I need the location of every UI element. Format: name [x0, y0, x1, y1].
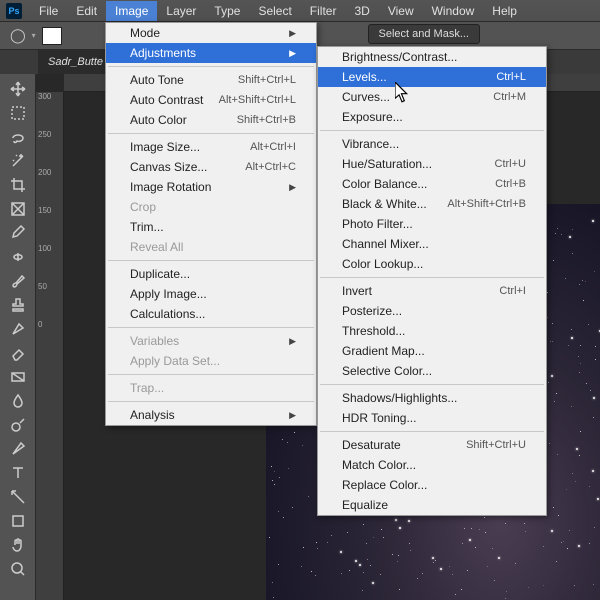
tool-rect[interactable]: [5, 510, 31, 532]
tool-pen[interactable]: [5, 438, 31, 460]
tool-zoom[interactable]: [5, 558, 31, 580]
adjustments-item-exposure[interactable]: Exposure...: [318, 107, 546, 127]
lasso-icon: ◯: [10, 27, 26, 44]
adjustments-item-hdr-toning[interactable]: HDR Toning...: [318, 408, 546, 428]
adjustments-item-posterize[interactable]: Posterize...: [318, 301, 546, 321]
menu-type[interactable]: Type: [205, 1, 249, 21]
image-menu-item-auto-contrast[interactable]: Auto ContrastAlt+Shift+Ctrl+L: [106, 90, 316, 110]
tool-eyedropper[interactable]: [5, 222, 31, 244]
image-menu-item-adjustments[interactable]: Adjustments▶: [106, 43, 316, 63]
selection-mode-swatch[interactable]: [42, 27, 62, 45]
adjustments-item-match-color[interactable]: Match Color...: [318, 455, 546, 475]
adjustments-item-invert[interactable]: InvertCtrl+I: [318, 281, 546, 301]
tool-lasso[interactable]: [5, 126, 31, 148]
image-menu-item-auto-color[interactable]: Auto ColorShift+Ctrl+B: [106, 110, 316, 130]
tool-magic-wand[interactable]: [5, 150, 31, 172]
image-menu-item-variables: Variables▶: [106, 331, 316, 351]
menu-view[interactable]: View: [379, 1, 423, 21]
tool-frame[interactable]: [5, 198, 31, 220]
tool-heal[interactable]: [5, 246, 31, 268]
tool-crop[interactable]: [5, 174, 31, 196]
adjustments-item-replace-color[interactable]: Replace Color...: [318, 475, 546, 495]
tool-move[interactable]: [5, 78, 31, 100]
image-menu-dropdown: Mode▶Adjustments▶Auto ToneShift+Ctrl+LAu…: [105, 22, 317, 426]
adjustments-item-levels[interactable]: Levels...Ctrl+L: [318, 67, 546, 87]
adjustments-item-channel-mixer[interactable]: Channel Mixer...: [318, 234, 546, 254]
adjustments-item-gradient-map[interactable]: Gradient Map...: [318, 341, 546, 361]
adjustments-item-selective-color[interactable]: Selective Color...: [318, 361, 546, 381]
adjustments-submenu: Brightness/Contrast...Levels...Ctrl+LCur…: [317, 46, 547, 516]
app-logo: Ps: [6, 3, 22, 19]
image-menu-item-analysis[interactable]: Analysis▶: [106, 405, 316, 425]
image-menu-item-auto-tone[interactable]: Auto ToneShift+Ctrl+L: [106, 70, 316, 90]
tool-gradient[interactable]: [5, 366, 31, 388]
menu-file[interactable]: File: [30, 1, 67, 21]
image-menu-item-calculations[interactable]: Calculations...: [106, 304, 316, 324]
tool-dodge[interactable]: [5, 414, 31, 436]
image-menu-item-reveal-all: Reveal All: [106, 237, 316, 257]
adjustments-item-desaturate[interactable]: DesaturateShift+Ctrl+U: [318, 435, 546, 455]
select-and-mask-button[interactable]: Select and Mask...: [368, 24, 481, 44]
adjustments-item-hue-saturation[interactable]: Hue/Saturation...Ctrl+U: [318, 154, 546, 174]
menu-filter[interactable]: Filter: [301, 1, 346, 21]
adjustments-item-color-lookup[interactable]: Color Lookup...: [318, 254, 546, 274]
menu-layer[interactable]: Layer: [157, 1, 205, 21]
tool-eraser[interactable]: [5, 342, 31, 364]
adjustments-item-threshold[interactable]: Threshold...: [318, 321, 546, 341]
image-menu-item-mode[interactable]: Mode▶: [106, 23, 316, 43]
menu-window[interactable]: Window: [423, 1, 484, 21]
tool-history[interactable]: [5, 318, 31, 340]
tool-brush[interactable]: [5, 270, 31, 292]
adjustments-item-shadows-highlights[interactable]: Shadows/Highlights...: [318, 388, 546, 408]
image-menu-item-trap: Trap...: [106, 378, 316, 398]
image-menu-item-duplicate[interactable]: Duplicate...: [106, 264, 316, 284]
tool-preset-caret-icon[interactable]: ▾: [32, 31, 36, 40]
tool-hand[interactable]: [5, 534, 31, 556]
toolbox: [0, 74, 36, 600]
menu-edit[interactable]: Edit: [67, 1, 106, 21]
image-menu-item-trim[interactable]: Trim...: [106, 217, 316, 237]
adjustments-item-brightness-contrast[interactable]: Brightness/Contrast...: [318, 47, 546, 67]
image-menu-item-apply-data-set: Apply Data Set...: [106, 351, 316, 371]
menu-select[interactable]: Select: [249, 1, 300, 21]
menu-image[interactable]: Image: [106, 1, 157, 21]
image-menu-item-image-rotation[interactable]: Image Rotation▶: [106, 177, 316, 197]
tool-path[interactable]: [5, 486, 31, 508]
menubar: Ps FileEditImageLayerTypeSelectFilter3DV…: [0, 0, 600, 22]
image-menu-item-crop: Crop: [106, 197, 316, 217]
image-menu-item-apply-image[interactable]: Apply Image...: [106, 284, 316, 304]
adjustments-item-black-white[interactable]: Black & White...Alt+Shift+Ctrl+B: [318, 194, 546, 214]
image-menu-item-image-size[interactable]: Image Size...Alt+Ctrl+I: [106, 137, 316, 157]
tool-blur[interactable]: [5, 390, 31, 412]
tool-type[interactable]: [5, 462, 31, 484]
document-tab[interactable]: Sadr_Butte: [38, 50, 114, 74]
tool-marquee[interactable]: [5, 102, 31, 124]
adjustments-item-curves[interactable]: Curves...Ctrl+M: [318, 87, 546, 107]
tool-stamp[interactable]: [5, 294, 31, 316]
image-menu-item-canvas-size[interactable]: Canvas Size...Alt+Ctrl+C: [106, 157, 316, 177]
menu-3d[interactable]: 3D: [345, 1, 378, 21]
menu-help[interactable]: Help: [483, 1, 526, 21]
adjustments-item-photo-filter[interactable]: Photo Filter...: [318, 214, 546, 234]
adjustments-item-vibrance[interactable]: Vibrance...: [318, 134, 546, 154]
ruler-vertical: 300250200150100500: [36, 92, 64, 600]
adjustments-item-equalize[interactable]: Equalize: [318, 495, 546, 515]
adjustments-item-color-balance[interactable]: Color Balance...Ctrl+B: [318, 174, 546, 194]
